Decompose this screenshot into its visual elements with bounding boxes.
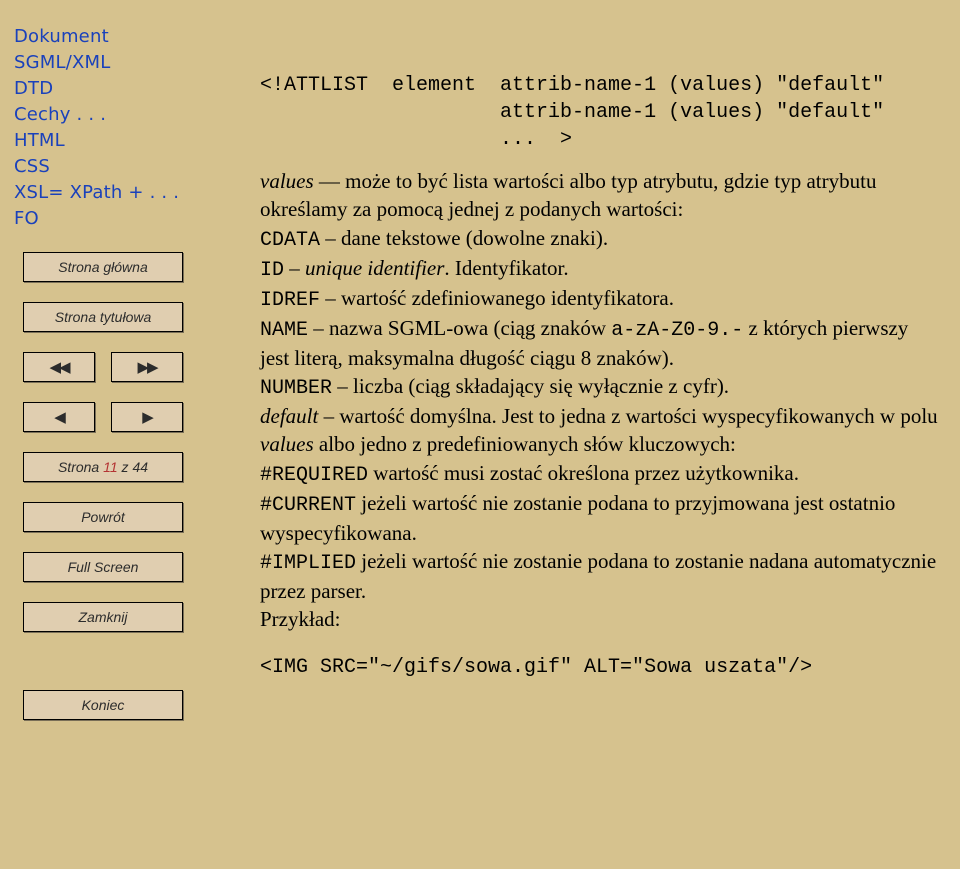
title-page-button[interactable]: Strona tytułowa	[23, 302, 183, 332]
close-button[interactable]: Zamknij	[23, 602, 183, 632]
nav-links: Dokument SGML/XML DTD Cechy . . . HTML C…	[14, 24, 212, 232]
nav-dtd[interactable]: DTD	[14, 76, 212, 102]
first-page-button[interactable]: ◀◀	[23, 352, 95, 382]
main-content: <!ATTLIST element attrib-name-1 (values)…	[260, 72, 940, 681]
last-page-button[interactable]: ▶▶	[111, 352, 183, 382]
home-button[interactable]: Strona główna	[23, 252, 183, 282]
nav-css[interactable]: CSS	[14, 154, 212, 180]
nav-dokument[interactable]: Dokument	[14, 24, 212, 50]
prev-page-button[interactable]: ◀	[23, 402, 95, 432]
attlist-code-block: <!ATTLIST element attrib-name-1 (values)…	[260, 72, 940, 153]
nav-fo[interactable]: FO	[14, 206, 212, 232]
sidebar: Dokument SGML/XML DTD Cechy . . . HTML C…	[0, 0, 212, 720]
nav-fast-row: ◀◀ ▶▶	[23, 352, 183, 382]
back-button[interactable]: Powrót	[23, 502, 183, 532]
nav-cechy[interactable]: Cechy . . .	[14, 102, 212, 128]
nav-step-row: ◀ ▶	[23, 402, 183, 432]
example-code: <IMG SRC="~/gifs/sowa.gif" ALT="Sowa usz…	[260, 654, 940, 681]
fullscreen-button[interactable]: Full Screen	[23, 552, 183, 582]
body-text: values — może to być lista wartości albo…	[260, 167, 940, 634]
nav-html[interactable]: HTML	[14, 128, 212, 154]
next-page-button[interactable]: ▶	[111, 402, 183, 432]
nav-xsl[interactable]: XSL= XPath + . . .	[14, 180, 212, 206]
button-column: Strona główna Strona tytułowa ◀◀ ▶▶ ◀ ▶ …	[14, 252, 198, 720]
page-indicator: Strona 11 z 44	[23, 452, 183, 482]
end-button[interactable]: Koniec	[23, 690, 183, 720]
nav-sgml-xml[interactable]: SGML/XML	[14, 50, 212, 76]
